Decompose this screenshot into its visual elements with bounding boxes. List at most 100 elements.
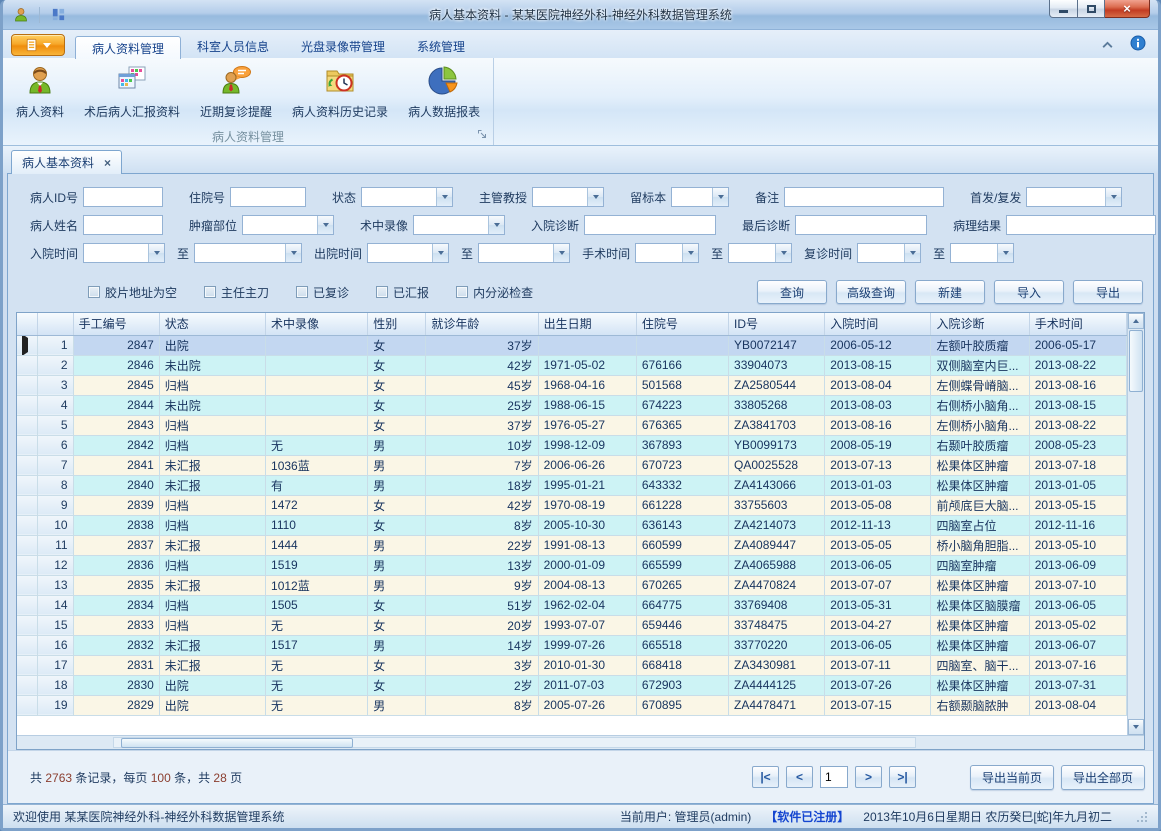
filter-combo-至[interactable] [950,243,1014,263]
export-current-page-button[interactable]: 导出当前页 [970,765,1054,790]
column-header-状态[interactable]: 状态 [159,313,265,335]
info-icon[interactable] [1130,35,1146,54]
button-导入[interactable]: 导入 [994,280,1064,304]
column-header-住院号[interactable]: 住院号 [636,313,728,335]
filter-combo-至[interactable] [728,243,792,263]
license-link[interactable]: 【软件已注册】 [765,808,849,825]
resize-grip[interactable] [1136,811,1148,823]
combo-dropdown-button[interactable] [587,188,603,206]
table-row[interactable]: 102838归档1110女8岁2005-10-30636143ZA4214073… [17,515,1127,535]
combo-dropdown-button[interactable] [148,244,164,262]
combo-dropdown-button[interactable] [488,216,504,234]
checkbox-已汇报[interactable]: 已汇报 [376,284,429,301]
ribbon-button-reminder[interactable]: 近期复诊提醒 [191,60,281,127]
horizontal-scroll-track[interactable] [113,737,916,748]
combo-dropdown-button[interactable] [436,188,452,206]
combo-dropdown-button[interactable] [997,244,1013,262]
table-row[interactable]: 122836归档1519男13岁2000-01-09665599ZA406598… [17,555,1127,575]
filter-combo-至[interactable] [194,243,302,263]
table-row[interactable]: 12847出院女37岁YB00721472006-05-12左额叶胶质瘤2006… [17,335,1127,355]
combo-dropdown-button[interactable] [682,244,698,262]
filter-input-病理结果[interactable] [1006,215,1156,235]
maximize-button[interactable] [1078,0,1105,18]
table-row[interactable]: 192829出院无男8岁2005-07-26670895ZA4478471201… [17,695,1127,715]
table-row[interactable]: 142834归档1505女51岁1962-02-0466477533769408… [17,595,1127,615]
scroll-down-button[interactable] [1128,719,1144,735]
filter-combo-入院时间[interactable] [83,243,165,263]
combo-dropdown-button[interactable] [1105,188,1121,206]
column-header-入院诊断[interactable]: 入院诊断 [931,313,1029,335]
horizontal-scroll-thumb[interactable] [121,738,353,748]
filter-combo-状态[interactable] [361,187,453,207]
table-row[interactable]: 62842归档无男10岁1998-12-09367893YB0099173200… [17,435,1127,455]
vertical-scroll-thumb[interactable] [1129,330,1143,392]
filter-input-备注[interactable] [784,187,944,207]
filter-combo-肿瘤部位[interactable] [242,215,334,235]
table-row[interactable]: 152833归档无女20岁1993-07-0765944633748475201… [17,615,1127,635]
tab-patient-basic-info[interactable]: 病人基本资料 × [11,150,122,174]
ribbon-tab-光盘录像带管理[interactable]: 光盘录像带管理 [285,35,401,58]
ribbon-tab-病人资料管理[interactable]: 病人资料管理 [75,36,181,59]
column-header-术中录像[interactable]: 术中录像 [266,313,368,335]
first-page-button[interactable]: |< [752,766,779,788]
button-查询[interactable]: 查询 [757,280,827,304]
filter-combo-手术时间[interactable] [635,243,699,263]
prev-page-button[interactable]: < [786,766,813,788]
filter-input-病人姓名[interactable] [83,215,163,235]
filter-input-住院号[interactable] [230,187,306,207]
table-row[interactable]: 22846未出院女42岁1971-05-02676166339040732013… [17,355,1127,375]
table-row[interactable]: 92839归档1472女42岁1970-08-19661228337556032… [17,495,1127,515]
checkbox-主任主刀[interactable]: 主任主刀 [204,284,269,301]
combo-dropdown-button[interactable] [904,244,920,262]
filter-input-入院诊断[interactable] [584,215,716,235]
filter-input-最后诊断[interactable] [795,215,927,235]
combo-dropdown-button[interactable] [317,216,333,234]
filter-combo-至[interactable] [478,243,570,263]
dialog-launcher-icon[interactable] [477,128,487,142]
collapse-ribbon-icon[interactable] [1101,38,1114,52]
column-header-就诊年龄[interactable]: 就诊年龄 [426,313,538,335]
ribbon-button-report[interactable]: 术后病人汇报资料 [75,60,189,127]
tab-close-icon[interactable]: × [104,157,111,169]
vertical-scroll-track[interactable] [1128,393,1144,719]
button-新建[interactable]: 新建 [915,280,985,304]
filter-combo-术中录像[interactable] [413,215,505,235]
column-header-手术时间[interactable]: 手术时间 [1029,313,1126,335]
table-row[interactable]: 42844未出院女25岁1988-06-15674223338052682013… [17,395,1127,415]
ribbon-tab-科室人员信息[interactable]: 科室人员信息 [181,35,285,58]
last-page-button[interactable]: >| [889,766,916,788]
table-row[interactable]: 112837未汇报1444男22岁1991-08-13660599ZA40894… [17,535,1127,555]
table-row[interactable]: 132835未汇报1012蓝男9岁2004-08-13670265ZA44708… [17,575,1127,595]
application-menu-button[interactable] [11,34,65,56]
combo-dropdown-button[interactable] [775,244,791,262]
checkbox-胶片地址为空[interactable]: 胶片地址为空 [88,284,177,301]
minimize-button[interactable] [1049,0,1078,18]
filter-combo-首发/复发[interactable] [1026,187,1122,207]
filter-combo-留标本[interactable] [671,187,729,207]
column-header-手工编号[interactable]: 手工编号 [73,313,159,335]
filter-input-病人ID号[interactable] [83,187,163,207]
table-row[interactable]: 162832未汇报1517男14岁1999-07-266655183377022… [17,635,1127,655]
table-row[interactable]: 72841未汇报1036蓝男7岁2006-06-26670723QA002552… [17,455,1127,475]
table-row[interactable]: 172831未汇报无女3岁2010-01-30668418ZA343098120… [17,655,1127,675]
filter-combo-复诊时间[interactable] [857,243,921,263]
filter-combo-主管教授[interactable] [532,187,604,207]
close-button[interactable]: × [1105,0,1150,18]
table-row[interactable]: 32845归档女45岁1968-04-16501568ZA25805442013… [17,375,1127,395]
table-row[interactable]: 182830出院无女2岁2011-07-03672903ZA4444125201… [17,675,1127,695]
app-logo-icon[interactable] [11,5,31,25]
column-header-出生日期[interactable]: 出生日期 [538,313,636,335]
checkbox-内分泌检查[interactable]: 内分泌检查 [456,284,533,301]
ribbon-button-chart[interactable]: 病人数据报表 [399,60,489,127]
page-number-input[interactable] [820,766,848,788]
table-row[interactable]: 82840未汇报有男18岁1995-01-21643332ZA414306620… [17,475,1127,495]
ribbon-button-history[interactable]: 病人资料历史记录 [283,60,397,127]
column-header-入院时间[interactable]: 入院时间 [825,313,931,335]
combo-dropdown-button[interactable] [285,244,301,262]
ribbon-button-patient[interactable]: 病人资料 [7,60,73,127]
column-header-性别[interactable]: 性别 [368,313,426,335]
next-page-button[interactable]: > [855,766,882,788]
export-all-pages-button[interactable]: 导出全部页 [1061,765,1145,790]
table-row[interactable]: 52843归档女37岁1976-05-27676365ZA38417032013… [17,415,1127,435]
button-导出[interactable]: 导出 [1073,280,1143,304]
